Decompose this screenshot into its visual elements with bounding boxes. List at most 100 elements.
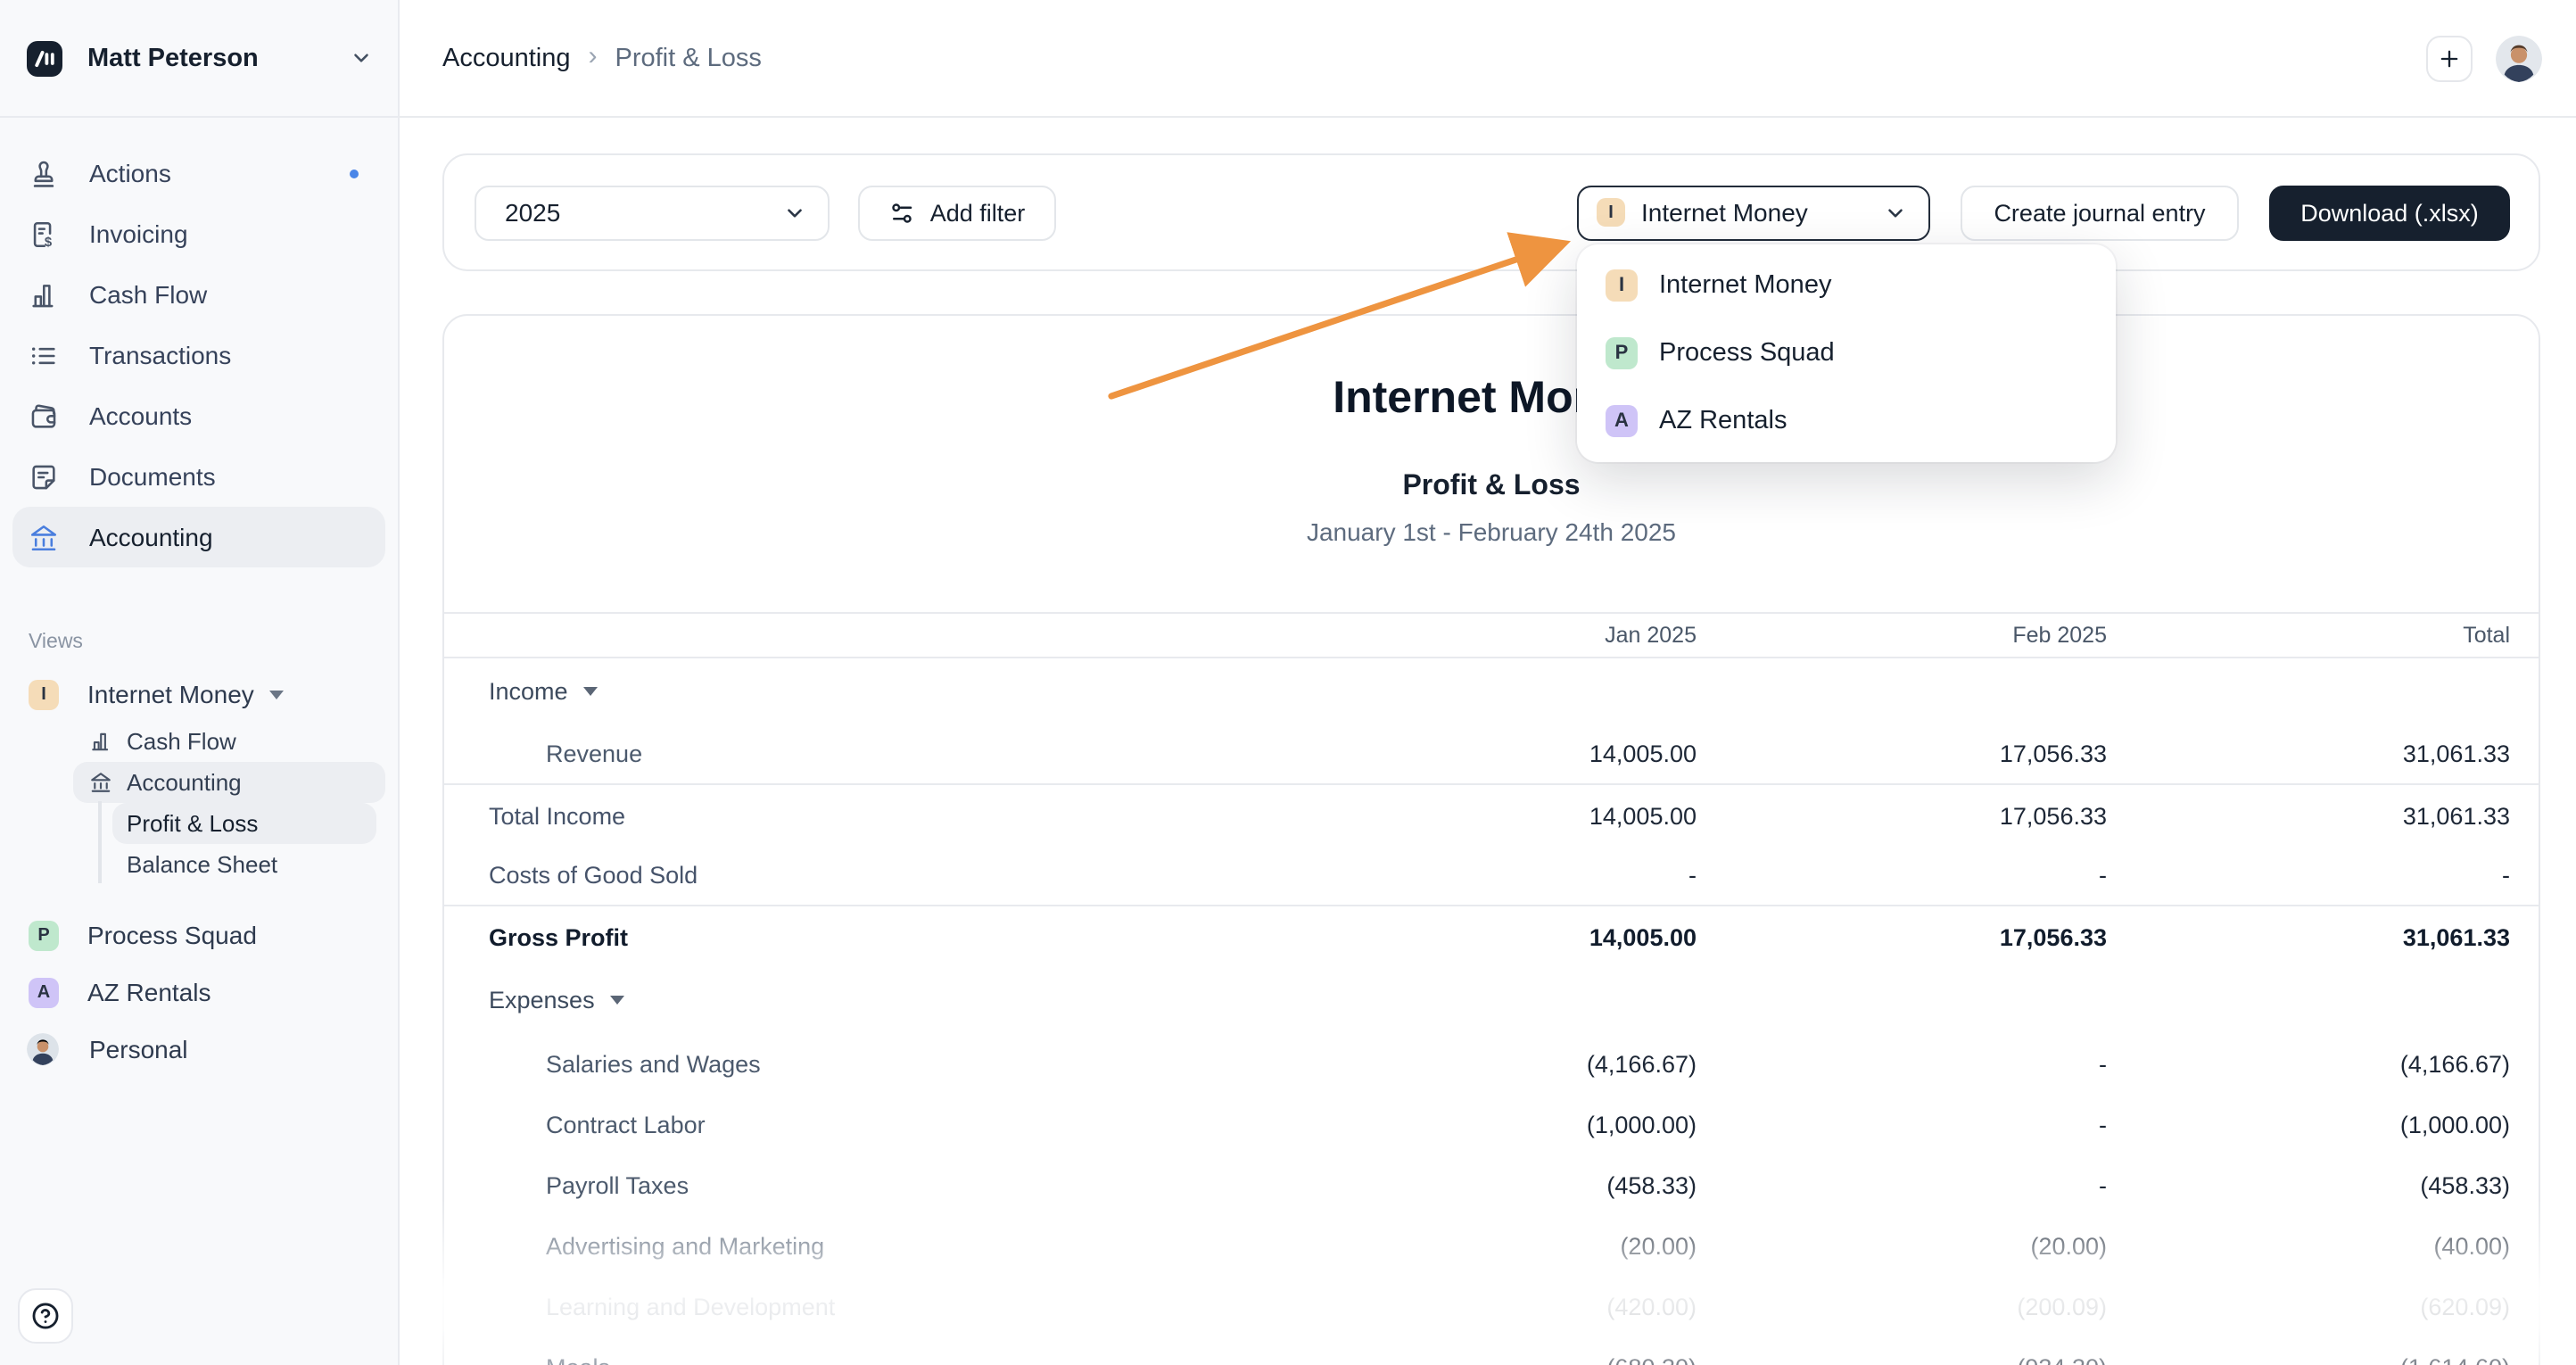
- add-filter-button[interactable]: Add filter: [858, 185, 1056, 240]
- caret-down-icon: [611, 996, 625, 1005]
- main-area: Accounting › Profit & Loss 2025 Add filt…: [400, 0, 2576, 1365]
- report-toolbar: 2025 Add filter I Internet Money Create …: [442, 153, 2540, 271]
- report-row-costs-of-good-sold: Costs of Good Sold---: [444, 846, 2539, 906]
- bank-icon: [89, 771, 112, 794]
- menu-item-process-squad[interactable]: PProcess Squad: [1577, 319, 2116, 387]
- cell-jan: (4,166.67): [1315, 1050, 1697, 1077]
- view-label: Process Squad: [87, 921, 257, 949]
- svg-text:$: $: [45, 235, 53, 249]
- view-personal[interactable]: Personal: [12, 1022, 385, 1076]
- row-label: Salaries and Wages: [489, 1050, 1315, 1077]
- sidebar-nav: Actions $ Invoicing Cash Flow Transactio…: [0, 118, 398, 567]
- report-row-meals: Meals(680.30)(934.30)(1,614.60): [444, 1336, 2539, 1365]
- view-internet-money-cash-flow[interactable]: Cash Flow: [73, 721, 385, 762]
- cell-feb: 17,056.33: [1697, 740, 2107, 767]
- view-balance-sheet[interactable]: Balance Sheet: [112, 844, 376, 885]
- menu-item-label: AZ Rentals: [1659, 407, 1787, 435]
- entity-badge: A: [1606, 405, 1638, 437]
- row-label: Income: [489, 678, 1315, 705]
- cell-feb: 17,056.33: [1697, 802, 2107, 829]
- views-heading: Views: [0, 628, 398, 657]
- entity-selector-value: Internet Money: [1641, 198, 1884, 227]
- row-label: Advertising and Marketing: [489, 1232, 1315, 1259]
- caret-down-icon: [270, 690, 285, 699]
- row-label: Payroll Taxes: [489, 1171, 1315, 1198]
- view-profit-loss[interactable]: Profit & Loss: [112, 803, 376, 844]
- year-select-value: 2025: [505, 198, 783, 227]
- view-internet-money[interactable]: I Internet Money: [12, 667, 385, 721]
- row-label: Expenses: [489, 987, 1315, 1013]
- breadcrumb-accounting[interactable]: Accounting: [442, 44, 571, 72]
- wallet-icon: [29, 401, 59, 431]
- cell-total: 31,061.33: [2107, 923, 2510, 950]
- add-button[interactable]: [2426, 35, 2473, 81]
- sidebar-item-cash-flow[interactable]: Cash Flow: [12, 264, 385, 325]
- sidebar-item-documents[interactable]: Documents: [12, 446, 385, 507]
- sidebar-item-label: Transactions: [89, 341, 359, 369]
- entity-selector-button[interactable]: I Internet Money: [1577, 185, 1930, 240]
- personal-avatar: [27, 1033, 59, 1065]
- cell-jan: (420.00): [1315, 1293, 1697, 1320]
- cell-jan: (458.33): [1315, 1171, 1697, 1198]
- cell-total: 31,061.33: [2107, 802, 2510, 829]
- cell-total: (1,000.00): [2107, 1111, 2510, 1138]
- cell-jan: (20.00): [1315, 1232, 1697, 1259]
- cell-total: (620.09): [2107, 1293, 2510, 1320]
- question-circle-icon: [30, 1301, 61, 1331]
- report-row-revenue: Revenue14,005.0017,056.3331,061.33: [444, 724, 2539, 785]
- column-header-total: Total: [2107, 623, 2510, 648]
- workspace-switcher[interactable]: Matt Peterson: [0, 0, 398, 118]
- cell-jan: 14,005.00: [1315, 740, 1697, 767]
- row-label: Costs of Good Sold: [489, 862, 1315, 889]
- menu-item-internet-money[interactable]: I Internet Money: [1577, 252, 2116, 319]
- entity-badge: I: [1606, 269, 1638, 302]
- create-journal-entry-button[interactable]: Create journal entry: [1961, 185, 2239, 240]
- report-row-gross-profit: Gross Profit14,005.0017,056.3331,061.33: [444, 906, 2539, 967]
- bar-chart-icon: [29, 279, 59, 310]
- bar-chart-icon: [89, 730, 112, 753]
- report-row-income[interactable]: Income: [444, 658, 2539, 724]
- sidebar-item-accounting[interactable]: Accounting: [12, 507, 385, 567]
- year-select[interactable]: 2025: [475, 185, 830, 240]
- cell-jan: 14,005.00: [1315, 802, 1697, 829]
- views-section: Views I Internet Money Cash Flow Account…: [0, 628, 398, 1076]
- tree-indent-line: [98, 801, 101, 883]
- menu-item-label: Process Squad: [1659, 339, 1835, 368]
- report-row-expenses[interactable]: Expenses: [444, 967, 2539, 1033]
- invoice-dollar-icon: $: [29, 219, 59, 249]
- breadcrumb-separator: ›: [589, 41, 598, 71]
- sliders-icon: [889, 199, 916, 226]
- row-label: Meals: [489, 1353, 1315, 1365]
- cell-total: -: [2107, 862, 2510, 889]
- entity-badge: P: [29, 920, 59, 950]
- sidebar-item-label: Invoicing: [89, 219, 359, 248]
- view-label: Balance Sheet: [127, 851, 277, 878]
- sidebar-item-accounts[interactable]: Accounts: [12, 385, 385, 446]
- cell-feb: 17,056.33: [1697, 923, 2107, 950]
- report-title: Internet Money: [444, 368, 2539, 428]
- entity-badge: A: [29, 977, 59, 1007]
- cell-jan: 14,005.00: [1315, 923, 1697, 950]
- stamp-icon: [29, 158, 59, 188]
- menu-item-label: Internet Money: [1659, 271, 1831, 300]
- help-button[interactable]: [18, 1288, 73, 1344]
- view-internet-money-accounting[interactable]: Accounting: [73, 762, 385, 803]
- sidebar-item-actions[interactable]: Actions: [12, 143, 385, 203]
- report-table-body: Income Revenue14,005.0017,056.3331,061.33…: [444, 658, 2539, 1365]
- cell-total: (458.33): [2107, 1171, 2510, 1198]
- cell-feb: -: [1697, 1111, 2107, 1138]
- entity-badge: I: [1597, 198, 1625, 227]
- cell-total: (40.00): [2107, 1232, 2510, 1259]
- cell-feb: (20.00): [1697, 1232, 2107, 1259]
- sidebar-item-transactions[interactable]: Transactions: [12, 325, 385, 385]
- download-xlsx-button[interactable]: Download (.xlsx): [2269, 185, 2510, 240]
- sidebar-item-invoicing[interactable]: $ Invoicing: [12, 203, 385, 264]
- view-az-rentals[interactable]: A AZ Rentals: [12, 965, 385, 1019]
- cell-jan: -: [1315, 862, 1697, 889]
- menu-item-az-rentals[interactable]: A AZ Rentals: [1577, 387, 2116, 455]
- add-filter-label: Add filter: [930, 199, 1026, 226]
- view-process-squad[interactable]: P Process Squad: [12, 908, 385, 962]
- user-avatar[interactable]: [2496, 35, 2542, 81]
- view-label: Profit & Loss: [127, 810, 258, 837]
- cell-jan: (680.30): [1315, 1353, 1697, 1365]
